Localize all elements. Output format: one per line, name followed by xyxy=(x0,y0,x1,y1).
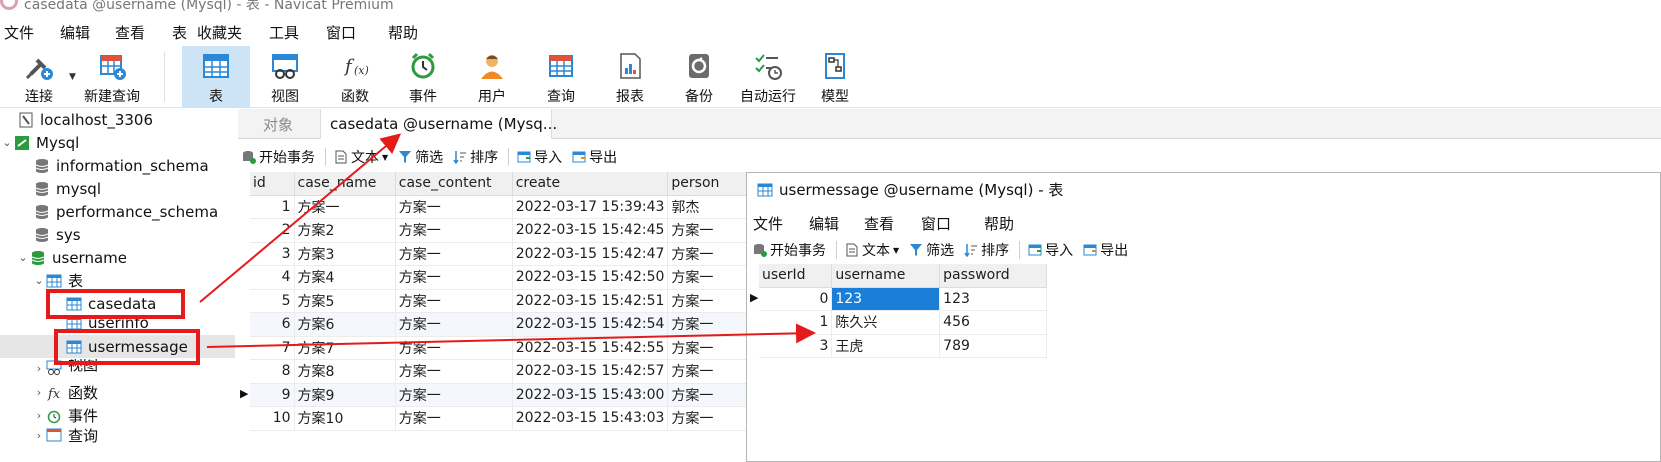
annotation-arrows xyxy=(199,133,816,348)
annotation-arrow-to-window xyxy=(206,323,816,348)
annotation-arrow-to-tab xyxy=(199,133,402,303)
